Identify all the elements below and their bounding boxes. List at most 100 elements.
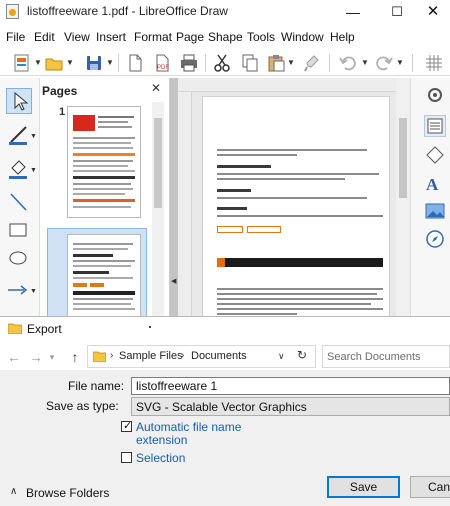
save-as-type-select[interactable]: SVG - Scalable Vector Graphics (131, 397, 450, 416)
menu-shape[interactable]: Shape (208, 30, 243, 44)
close-icon[interactable]: ✕ (151, 81, 163, 95)
ellipse-icon[interactable] (6, 246, 32, 272)
menu-tools[interactable]: Tools (247, 30, 275, 44)
properties-icon[interactable] (424, 84, 446, 106)
line-icon[interactable] (6, 190, 32, 216)
fontwork-icon[interactable]: A (424, 172, 446, 194)
save-as-type-label: Save as type: (46, 399, 119, 413)
breadcrumb-documents[interactable]: Documents (191, 350, 247, 362)
automatic-extension-label-line2[interactable]: extension (136, 434, 187, 447)
pages-panel-title: Pages (42, 84, 78, 98)
svg-text:▼: ▼ (30, 288, 37, 295)
toolbar-separator (329, 54, 330, 72)
copy-icon[interactable] (240, 53, 260, 73)
gallery-icon[interactable] (424, 200, 446, 222)
document-page[interactable] (202, 96, 390, 320)
redo-icon[interactable] (374, 53, 394, 73)
undo-icon[interactable] (338, 53, 358, 73)
chevron-down-icon[interactable]: ▼ (66, 59, 74, 67)
chevron-right-icon[interactable]: › (110, 350, 113, 361)
open-folder-icon[interactable] (44, 53, 64, 73)
chevron-down-icon[interactable]: ▼ (396, 59, 404, 67)
drawing-toolbar: ▼ ▼ ▼ (0, 78, 40, 320)
fill-color-icon[interactable]: ▼ (6, 156, 37, 182)
horizontal-ruler (178, 78, 410, 92)
page-number: 1 (59, 106, 66, 118)
rectangle-icon[interactable] (6, 218, 32, 244)
shapes-icon[interactable] (424, 144, 446, 166)
address-bar[interactable]: › Sample Files › Documents ∨ ↻ (87, 345, 316, 368)
menu-view[interactable]: View (64, 30, 90, 44)
right-sidebar: A (410, 78, 450, 320)
back-button[interactable]: ← (4, 346, 24, 368)
chevron-right-icon[interactable]: › (181, 350, 184, 361)
chevron-down-icon[interactable]: ▼ (361, 59, 369, 67)
export-form-panel: File name: listoffreeware 1 Save as type… (0, 370, 450, 506)
grid-icon[interactable] (424, 53, 444, 73)
menu-help[interactable]: Help (330, 30, 355, 44)
cancel-button[interactable]: Cancel (410, 476, 450, 498)
pages-panel: Pages ✕ 1 2 (40, 78, 170, 320)
print-icon[interactable] (179, 53, 199, 73)
libreoffice-draw-window: listoffreeware 1.pdf - LibreOffice Draw … (0, 0, 450, 320)
browse-folders-label: Browse Folders (26, 486, 110, 500)
export-dialog: Export ← → ▾ ↑ › Sample Files › Document… (0, 316, 450, 506)
arrow-line-icon[interactable]: ▼ (6, 278, 37, 304)
line-color-icon[interactable]: ▼ (6, 122, 37, 148)
menu-edit[interactable]: Edit (34, 30, 55, 44)
selection-checkbox[interactable] (121, 452, 132, 463)
chevron-down-icon[interactable]: ∨ (278, 351, 285, 362)
automatic-extension-checkbox[interactable]: ✓ (121, 420, 133, 432)
export-icon[interactable] (125, 53, 145, 73)
svg-text:▼: ▼ (30, 167, 36, 174)
clone-formatting-icon[interactable] (302, 53, 322, 73)
maximize-button[interactable]: ☐ (380, 0, 414, 24)
svg-text:A: A (426, 175, 439, 194)
file-name-field[interactable]: listoffreeware 1 (131, 377, 450, 395)
menu-format[interactable]: Format (134, 30, 172, 44)
export-pdf-icon[interactable]: PDF (152, 53, 172, 73)
chevron-down-icon[interactable]: ▼ (287, 59, 295, 67)
menu-page[interactable]: Page (176, 30, 204, 44)
menu-file[interactable]: File (6, 30, 25, 44)
search-input[interactable] (327, 349, 447, 364)
page-icon[interactable] (424, 115, 446, 137)
cut-icon[interactable] (212, 53, 232, 73)
title-bar: listoffreeware 1.pdf - LibreOffice Draw … (0, 0, 450, 24)
paste-icon[interactable] (266, 53, 286, 73)
page-thumbnail-2[interactable] (67, 234, 141, 320)
menu-window[interactable]: Window (281, 30, 324, 44)
selection-label[interactable]: Selection (136, 452, 185, 465)
export-folder-icon (7, 322, 23, 335)
chevron-down-icon[interactable]: ▼ (106, 59, 114, 67)
close-button[interactable]: ✕ (416, 0, 450, 24)
page-thumbnail-1[interactable] (67, 106, 141, 218)
search-box[interactable] (322, 345, 450, 368)
up-button[interactable]: ↑ (65, 346, 85, 368)
vertical-ruler (178, 92, 192, 320)
new-document-icon[interactable] (12, 53, 32, 73)
checkmark-icon: ✓ (123, 420, 133, 432)
document-vertical-scrollbar[interactable] (396, 78, 410, 320)
document-scroll-thumb[interactable] (399, 118, 407, 198)
select-arrow-icon[interactable] (6, 88, 32, 114)
toolbar-separator (205, 54, 206, 72)
breadcrumb-sample-files[interactable]: Sample Files (119, 350, 183, 362)
toolbar-separator (412, 54, 413, 72)
file-name-label: File name: (68, 379, 125, 393)
menu-insert[interactable]: Insert (96, 30, 126, 44)
recent-locations-dropdown[interactable]: ▾ (46, 346, 58, 368)
dialog-title: Export (27, 322, 62, 336)
svg-text:PDF: PDF (157, 65, 169, 71)
standard-toolbar: ▼ ▼ ▼ PDF ▼ ▼ ▼ (0, 50, 450, 76)
refresh-icon[interactable]: ↻ (297, 348, 307, 362)
pages-scroll-thumb[interactable] (154, 118, 162, 208)
save-button[interactable]: Save (327, 476, 400, 498)
navigator-icon[interactable] (424, 228, 446, 250)
chevron-down-icon[interactable]: ▼ (34, 59, 42, 67)
minimize-button[interactable]: — (336, 0, 370, 24)
save-icon[interactable] (84, 53, 104, 73)
folder-icon (92, 351, 107, 363)
collapse-arrow-icon[interactable]: ◀ (171, 277, 176, 285)
forward-button[interactable]: → (26, 346, 46, 368)
